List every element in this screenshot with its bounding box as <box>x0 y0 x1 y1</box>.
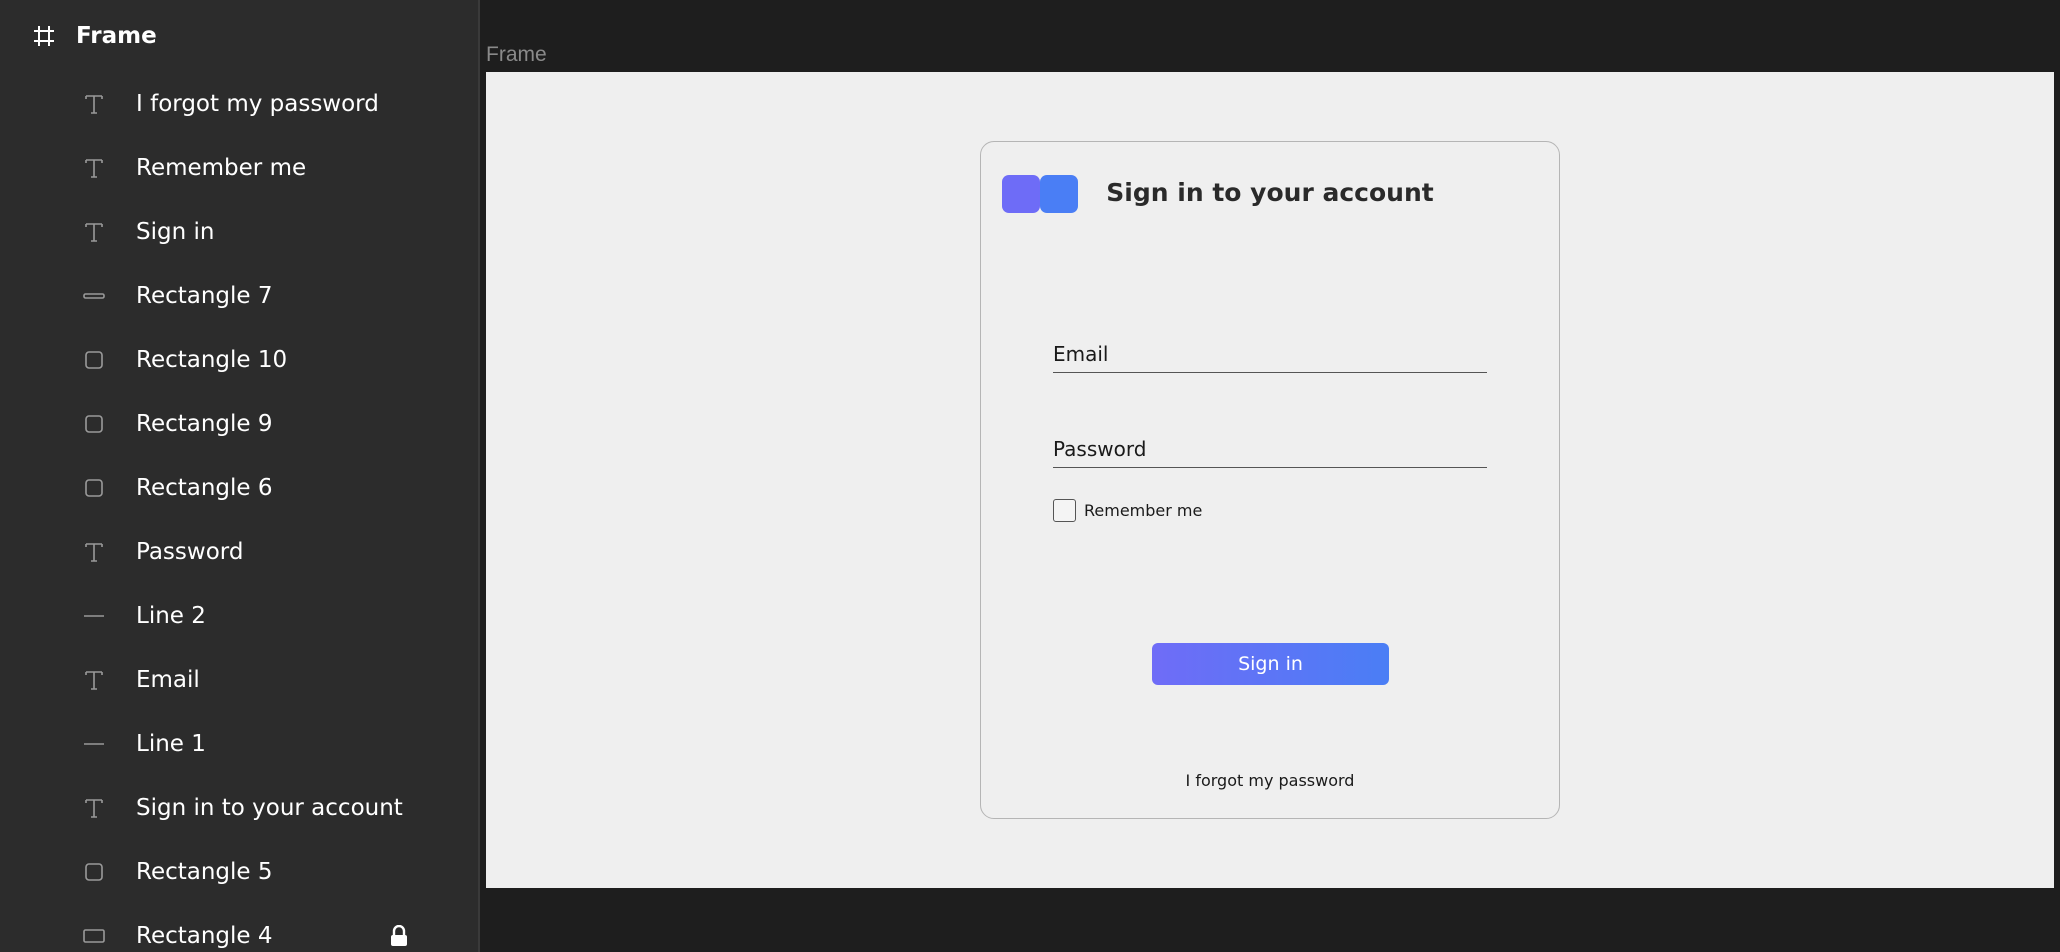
lock-icon[interactable] <box>390 924 408 947</box>
layer-item-label: Rectangle 5 <box>136 859 273 885</box>
text-icon <box>82 92 106 116</box>
layer-item[interactable]: Password <box>0 520 478 584</box>
layer-item[interactable]: Sign in to your account <box>0 776 478 840</box>
layer-item[interactable]: Rectangle 5 <box>0 840 478 904</box>
layer-item-label: Remember me <box>136 155 307 181</box>
layer-item-label: Sign in to your account <box>136 795 403 821</box>
design-editor: Frame I forgot my password Remember me Sig… <box>0 0 2060 952</box>
layer-item[interactable]: Sign in <box>0 200 478 264</box>
signin-card[interactable]: Sign in to your account Email Password R… <box>980 141 1560 819</box>
layer-item[interactable]: Email <box>0 648 478 712</box>
text-icon <box>82 540 106 564</box>
text-icon <box>82 796 106 820</box>
email-label: Email <box>1053 342 1109 366</box>
line-icon <box>82 732 106 756</box>
layer-frame[interactable]: Frame <box>0 0 478 72</box>
rectangle-icon <box>82 348 106 372</box>
password-label: Password <box>1053 437 1147 461</box>
layers-panel: Frame I forgot my password Remember me Sig… <box>0 0 480 952</box>
layer-item-label: Line 1 <box>136 731 206 757</box>
layer-item[interactable]: Rectangle 6 <box>0 456 478 520</box>
layer-item[interactable]: Remember me <box>0 136 478 200</box>
thin-rectangle-icon <box>82 284 106 308</box>
frame-label[interactable]: Frame <box>486 43 547 67</box>
line-icon <box>82 604 106 628</box>
layer-item[interactable]: Line 1 <box>0 712 478 776</box>
text-icon <box>82 156 106 180</box>
layer-item-label: Password <box>136 539 244 565</box>
forgot-password-link[interactable]: I forgot my password <box>981 771 1559 790</box>
frame-icon <box>32 24 56 48</box>
text-icon <box>82 668 106 692</box>
layer-item[interactable]: Rectangle 9 <box>0 392 478 456</box>
remember-me-label: Remember me <box>1084 501 1203 520</box>
layer-item[interactable]: Rectangle 4 <box>0 904 478 952</box>
layer-list: I forgot my password Remember me Sign in Re… <box>0 72 478 952</box>
layer-item-label: Sign in <box>136 219 215 245</box>
layer-item-label: Rectangle 9 <box>136 411 273 437</box>
layer-item-label: Email <box>136 667 200 693</box>
layer-item-label: I forgot my password <box>136 91 379 117</box>
rectangle-icon <box>82 476 106 500</box>
password-field[interactable]: Password <box>1053 437 1487 468</box>
layer-item[interactable]: Rectangle 7 <box>0 264 478 328</box>
email-field[interactable]: Email <box>1053 342 1487 373</box>
remember-me-row[interactable]: Remember me <box>1053 499 1202 522</box>
layer-item-label: Rectangle 6 <box>136 475 273 501</box>
rectangle-icon <box>82 412 106 436</box>
layer-item-label: Line 2 <box>136 603 206 629</box>
layer-frame-label: Frame <box>76 23 157 49</box>
sign-in-button[interactable]: Sign in <box>1152 643 1389 685</box>
layer-item[interactable]: I forgot my password <box>0 72 478 136</box>
layer-item-label: Rectangle 7 <box>136 283 273 309</box>
layer-item-label: Rectangle 4 <box>136 923 273 949</box>
layer-item-label: Rectangle 10 <box>136 347 288 373</box>
layer-item[interactable]: Line 2 <box>0 584 478 648</box>
remember-me-checkbox[interactable] <box>1053 499 1076 522</box>
card-title: Sign in to your account <box>1106 178 1434 207</box>
wide-rectangle-icon <box>82 924 106 948</box>
layer-item[interactable]: Rectangle 10 <box>0 328 478 392</box>
text-icon <box>82 220 106 244</box>
rectangle-icon <box>82 860 106 884</box>
